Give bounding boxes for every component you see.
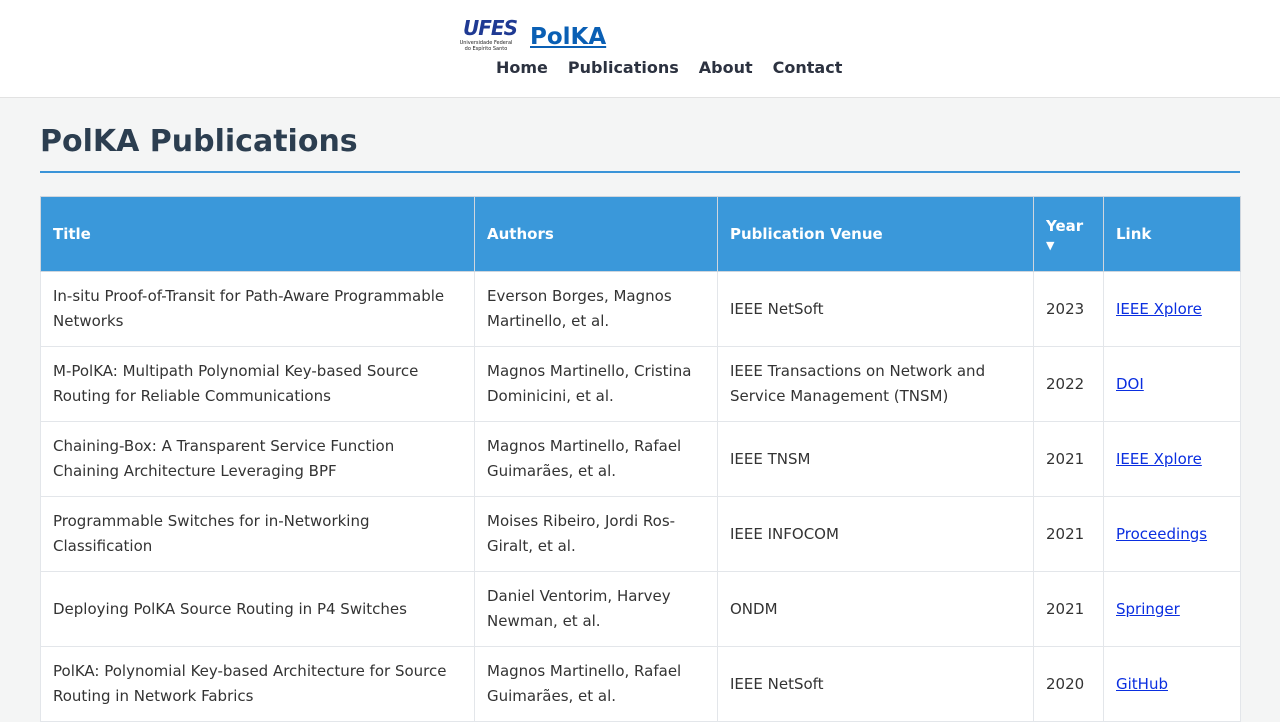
cell-authors: Magnos Martinello, Cristina Dominicini, …	[474, 346, 718, 422]
publication-link[interactable]: Springer	[1116, 600, 1180, 618]
ufes-logo-caption: Universidade Federal do Espírito Santo	[459, 40, 513, 52]
brand: UFES Universidade Federal do Espírito Sa…	[457, 16, 607, 56]
nav-about[interactable]: About	[699, 58, 753, 77]
ufes-logo[interactable]: UFES Universidade Federal do Espírito Sa…	[457, 16, 518, 56]
main-content: PolKA Publications Title Authors Publica…	[0, 98, 1280, 722]
column-header-authors[interactable]: Authors	[474, 196, 718, 272]
table-row: Deploying PolKA Source Routing in P4 Swi…	[40, 571, 1241, 647]
cell-year: 2021	[1033, 496, 1104, 572]
column-header-link[interactable]: Link	[1103, 196, 1241, 272]
column-header-title[interactable]: Title	[40, 196, 475, 272]
column-header-year-label: Year	[1046, 216, 1084, 235]
column-header-venue[interactable]: Publication Venue	[717, 196, 1034, 272]
publication-link[interactable]: DOI	[1116, 375, 1144, 393]
page-title: PolKA Publications	[40, 98, 1240, 173]
publications-table: Title Authors Publication Venue Year ▼ L…	[40, 196, 1241, 722]
publication-link[interactable]: Proceedings	[1116, 525, 1207, 543]
cell-link: Proceedings	[1103, 496, 1241, 572]
cell-title: Chaining-Box: A Transparent Service Func…	[40, 421, 475, 497]
cell-title: M-PolKA: Multipath Polynomial Key-based …	[40, 346, 475, 422]
cell-venue: IEEE Transactions on Network and Service…	[717, 346, 1034, 422]
cell-venue: IEEE INFOCOM	[717, 496, 1034, 572]
cell-venue: IEEE NetSoft	[717, 271, 1034, 347]
cell-title: Programmable Switches for in-Networking …	[40, 496, 475, 572]
table-row: M-PolKA: Multipath Polynomial Key-based …	[40, 346, 1241, 422]
cell-authors: Everson Borges, Magnos Martinello, et al…	[474, 271, 718, 347]
cell-venue: IEEE TNSM	[717, 421, 1034, 497]
sort-descending-icon: ▼	[1046, 238, 1055, 252]
main-nav: Home Publications About Contact	[496, 58, 842, 77]
cell-title: In-situ Proof-of-Transit for Path-Aware …	[40, 271, 475, 347]
cell-year: 2020	[1033, 646, 1104, 722]
cell-authors: Magnos Martinello, Rafael Guimarães, et …	[474, 421, 718, 497]
cell-year: 2022	[1033, 346, 1104, 422]
nav-contact[interactable]: Contact	[773, 58, 843, 77]
table-row: Chaining-Box: A Transparent Service Func…	[40, 421, 1241, 497]
cell-year: 2021	[1033, 421, 1104, 497]
site-title-link[interactable]: PolKA	[530, 24, 606, 50]
cell-link: IEEE Xplore	[1103, 271, 1241, 347]
cell-title: Deploying PolKA Source Routing in P4 Swi…	[40, 571, 475, 647]
table-row: In-situ Proof-of-Transit for Path-Aware …	[40, 271, 1241, 347]
column-header-year[interactable]: Year ▼	[1033, 196, 1104, 272]
cell-venue: ONDM	[717, 571, 1034, 647]
cell-link: DOI	[1103, 346, 1241, 422]
publication-link[interactable]: IEEE Xplore	[1116, 450, 1202, 468]
table-row: PolKA: Polynomial Key-based Architecture…	[40, 646, 1241, 722]
cell-link: GitHub	[1103, 646, 1241, 722]
cell-venue: IEEE NetSoft	[717, 646, 1034, 722]
cell-authors: Daniel Ventorim, Harvey Newman, et al.	[474, 571, 718, 647]
table-header-row: Title Authors Publication Venue Year ▼ L…	[40, 196, 1241, 272]
cell-authors: Moises Ribeiro, Jordi Ros-Giralt, et al.	[474, 496, 718, 572]
nav-home[interactable]: Home	[496, 58, 548, 77]
cell-year: 2021	[1033, 571, 1104, 647]
site-header: UFES Universidade Federal do Espírito Sa…	[0, 0, 1280, 98]
cell-year: 2023	[1033, 271, 1104, 347]
cell-link: Springer	[1103, 571, 1241, 647]
cell-title: PolKA: Polynomial Key-based Architecture…	[40, 646, 475, 722]
cell-link: IEEE Xplore	[1103, 421, 1241, 497]
publication-link[interactable]: IEEE Xplore	[1116, 300, 1202, 318]
ufes-logo-mark: UFES	[463, 16, 518, 40]
publication-link[interactable]: GitHub	[1116, 675, 1168, 693]
table-row: Programmable Switches for in-Networking …	[40, 496, 1241, 572]
nav-publications[interactable]: Publications	[568, 58, 679, 77]
cell-authors: Magnos Martinello, Rafael Guimarães, et …	[474, 646, 718, 722]
